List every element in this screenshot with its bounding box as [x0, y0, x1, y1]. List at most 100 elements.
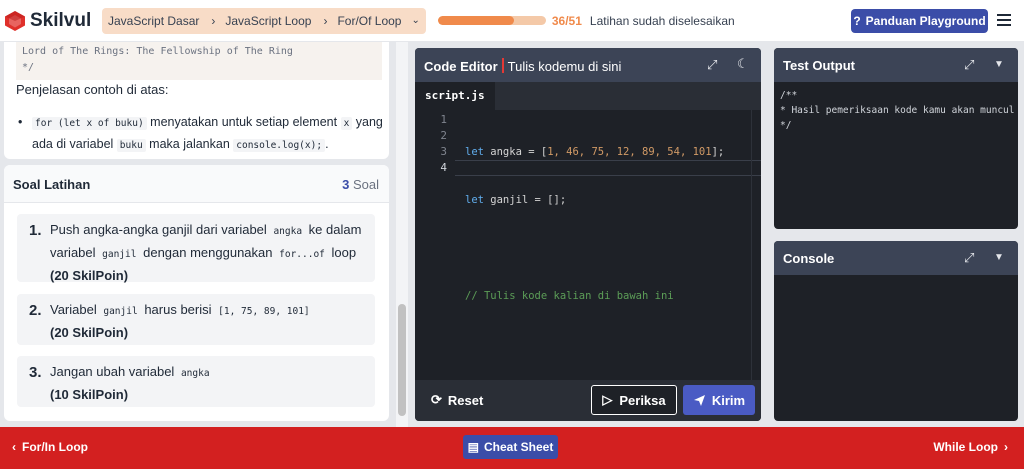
code-text: angka = [	[483, 146, 548, 158]
code-keyword: let	[465, 194, 484, 206]
explanation-heading: Penjelasan contoh di atas:	[16, 82, 169, 97]
code-text: ganjil = [];	[483, 194, 567, 206]
chevron-down-icon[interactable]: ▼	[994, 252, 1004, 263]
code-line: Lord of The Rings: The Fellowship of The…	[22, 46, 293, 57]
exercise-count-number: 3	[342, 177, 350, 192]
code-keyword: let	[465, 146, 484, 158]
bottom-nav-bar: ‹ For/In Loop ▤ Cheat Sheet While Loop ›	[0, 427, 1024, 469]
breadcrumb-item-javascript-loop[interactable]: JavaScript Loop	[219, 14, 319, 28]
lesson-scrollbar-thumb[interactable]	[398, 304, 406, 416]
chevron-left-icon: ‹	[12, 440, 16, 454]
exercise-points: (20 SkilPoin)	[50, 325, 129, 340]
play-icon: ▷	[602, 392, 613, 407]
progress: 36/51 Latihan sudah diselesaikan	[437, 13, 735, 28]
playground-guide-label: Panduan Playground	[865, 14, 986, 28]
inline-code: x	[340, 117, 353, 130]
editor-scrollbar[interactable]	[751, 110, 761, 380]
breadcrumb-item-javascript-dasar[interactable]: JavaScript Dasar	[102, 14, 207, 28]
expand-icon[interactable]: ⤢	[707, 57, 717, 73]
reset-label: Reset	[447, 392, 484, 408]
cheat-sheet-label: Cheat Sheet	[483, 440, 554, 454]
question-icon: ?	[853, 14, 861, 28]
code-area[interactable]: let angka = [1, 46, 75, 12, 89, 54, 101]…	[465, 110, 761, 336]
lesson-panel: Lord of The Rings: The Fellowship of The…	[0, 42, 408, 427]
code-numbers: 1, 46, 75, 12, 89, 54, 101	[547, 146, 712, 158]
exercise-text-part: Push angka-angka ganjil dari variabel	[50, 222, 267, 237]
inline-code: [1, 75, 89, 101]	[215, 305, 313, 318]
code-text: ];	[711, 146, 725, 158]
test-output-body: /** * Hasil pemeriksaan kode kamu akan m…	[780, 90, 1015, 131]
exercise-text: Variabel ganjil harus berisi [1, 75, 89,…	[50, 299, 368, 343]
playground-guide-button[interactable]: ? Panduan Playground	[851, 9, 988, 33]
exercise-text-part: Jangan ubah variabel	[50, 364, 175, 379]
code-line-4: // Tulis kode kalian di bawah ini	[465, 290, 674, 302]
exercise-number: 2.	[29, 302, 42, 319]
code-line: */	[22, 62, 35, 73]
editor-subtitle: Tulis kodemu di sini	[507, 59, 622, 74]
exercise-item: 3. Jangan ubah variabel angka (10 SkilPo…	[17, 356, 375, 407]
bullet-text: maka jalankan	[149, 137, 230, 151]
lesson-card: Lord of The Rings: The Fellowship of The…	[4, 42, 389, 159]
example-code-block: Lord of The Rings: The Fellowship of The…	[16, 42, 382, 80]
line-number: 2	[440, 129, 447, 142]
inline-code: ganjil	[100, 305, 141, 318]
send-icon	[693, 394, 705, 406]
editor-title: Code Editor Tulis kodemu di sini	[424, 58, 621, 74]
hamburger-menu-icon[interactable]	[997, 12, 1011, 28]
expand-icon[interactable]: ⤢	[964, 57, 974, 73]
progress-label: Latihan sudah diselesaikan	[589, 13, 735, 28]
bullet-text: menyatakan untuk setiap element	[150, 115, 338, 129]
test-output-panel: Test Output ⤢ ▼ /** * Hasil pemeriksaan …	[774, 48, 1018, 229]
exercise-item: 2. Variabel ganjil harus berisi [1, 75, …	[17, 294, 375, 345]
exercise-points: (20 SkilPoin)	[50, 268, 129, 283]
submit-button[interactable]: Kirim	[683, 385, 755, 415]
exercise-text-part: loop	[331, 245, 357, 260]
logo[interactable]: Skilvul	[4, 10, 96, 32]
tab-script-js[interactable]: script.js	[415, 82, 495, 110]
reset-button[interactable]: ⟳ Reset	[431, 392, 483, 408]
cheat-sheet-button[interactable]: ▤ Cheat Sheet	[463, 435, 558, 459]
inline-code: angka	[177, 367, 213, 380]
code-line-1: let angka = [1, 46, 75, 12, 89, 54, 101]…	[465, 144, 761, 160]
inline-code: buku	[116, 139, 146, 152]
line-number: 3	[440, 145, 447, 158]
exercise-points: (10 SkilPoin)	[50, 387, 129, 402]
exercise-text: Push angka-angka ganjil dari variabel an…	[50, 219, 368, 286]
breadcrumb-item-for-of-loop[interactable]: For/Of Loop	[331, 14, 409, 28]
console-panel: Console ⤢ ▼	[774, 241, 1018, 421]
top-bar: Skilvul JavaScript Dasar › JavaScript Lo…	[0, 0, 1024, 42]
document-icon: ▤	[467, 440, 479, 454]
editor-footer: ⟳ Reset ▷ Periksa Kirim	[415, 380, 761, 421]
check-button[interactable]: ▷ Periksa	[591, 385, 677, 415]
test-output-title: Test Output	[783, 58, 855, 73]
line-number-gutter: 1 2 3 4	[415, 110, 455, 380]
progress-bar-fill	[437, 16, 515, 25]
console-header: Console ⤢ ▼	[774, 241, 1018, 275]
brand-name: Skilvul	[30, 9, 92, 31]
next-lesson-button[interactable]: While Loop ›	[933, 440, 1008, 454]
exercise-text-part: dengan menggunakan	[143, 245, 273, 260]
code-line-3: ​	[465, 240, 761, 256]
prev-lesson-button[interactable]: ‹ For/In Loop	[12, 440, 88, 454]
exercise-count-label: Soal	[352, 177, 379, 192]
line-number: 1	[440, 113, 447, 126]
exercise-text: Jangan ubah variabel angka (10 SkilPoin)	[50, 361, 368, 405]
inline-code: for (let x of buku)	[32, 117, 147, 130]
exercise-number: 1.	[29, 222, 42, 239]
progress-count: 36/51	[551, 13, 582, 28]
chevron-down-icon[interactable]: ⌄	[411, 15, 419, 26]
exercise-text-part: Variabel	[50, 302, 97, 317]
exercise-item: 1. Push angka-angka ganjil dari variabel…	[17, 214, 375, 283]
code-editor: Code Editor Tulis kodemu di sini ⤢ ☾ scri…	[415, 48, 761, 421]
chevron-right-icon: ›	[1004, 440, 1008, 454]
chevron-down-icon[interactable]: ▼	[994, 59, 1004, 70]
inline-code: angka	[270, 225, 306, 238]
expand-icon[interactable]: ⤢	[964, 250, 974, 266]
test-output-header: Test Output ⤢ ▼	[774, 48, 1018, 82]
chevron-right-icon: ›	[211, 13, 216, 28]
moon-icon[interactable]: ☾	[737, 56, 749, 72]
inline-code: console.log(x);	[233, 139, 326, 152]
chevron-right-icon: ›	[323, 13, 328, 28]
prev-lesson-label: For/In Loop	[22, 440, 88, 454]
next-lesson-label: While Loop	[933, 440, 998, 454]
